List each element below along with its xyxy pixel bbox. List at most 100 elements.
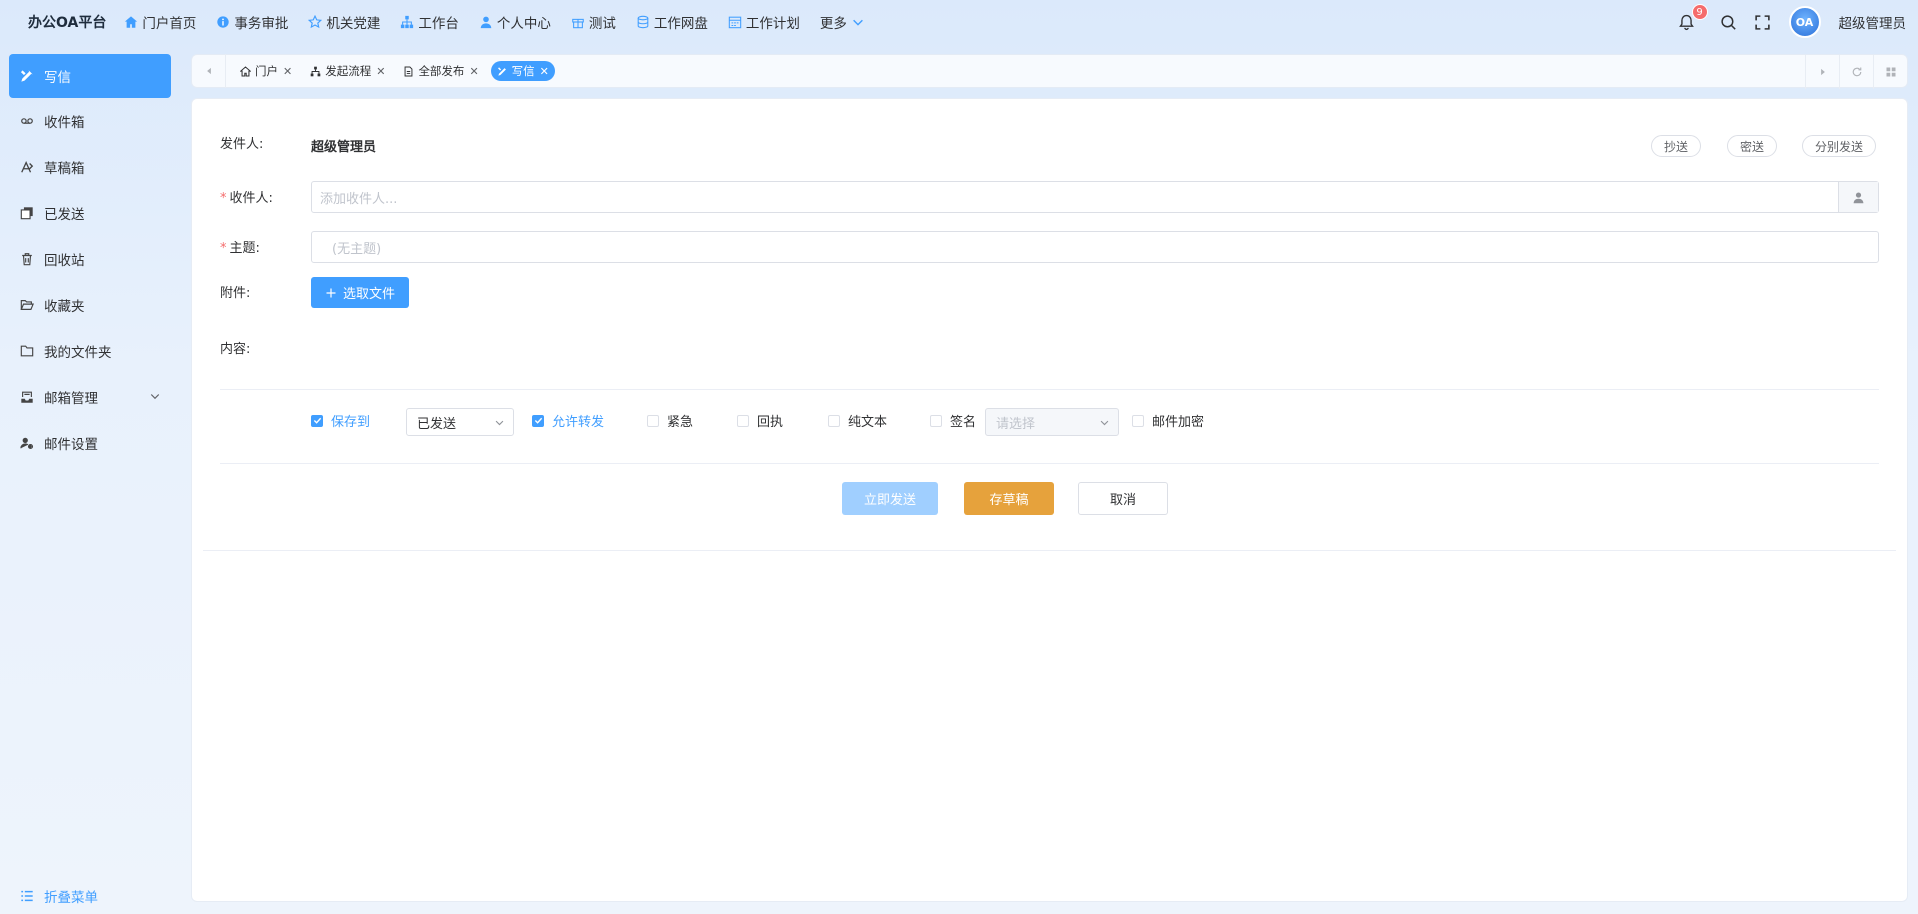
sidebar-item-trash[interactable]: 回收站: [9, 237, 171, 281]
content-editor[interactable]: [311, 331, 1879, 381]
signature-select[interactable]: 请选择: [985, 408, 1119, 436]
save-draft-button[interactable]: 存草稿: [964, 482, 1054, 515]
nav-label: 门户首页: [142, 16, 197, 32]
nav-item-party-building[interactable]: 机关党建: [308, 12, 380, 32]
avatar[interactable]: OA: [1788, 6, 1821, 38]
notification-badge: 9: [1691, 4, 1708, 20]
close-icon[interactable]: ✕: [283, 65, 292, 78]
subject-input[interactable]: (无主题): [311, 231, 1879, 263]
encrypt-checkbox[interactable]: 邮件加密: [1132, 411, 1204, 430]
chevron-down-icon: [149, 390, 161, 402]
sidebar-item-label: 已发送: [44, 207, 85, 223]
search-icon[interactable]: [1719, 12, 1739, 32]
checkbox-empty-icon: [647, 414, 659, 427]
save-to-label: 保存到: [331, 415, 371, 430]
receipt-checkbox[interactable]: 回执: [737, 411, 783, 430]
choose-file-button[interactable]: 选取文件: [311, 277, 409, 308]
send-now-button[interactable]: 立即发送: [842, 482, 938, 515]
chevron-down-icon: [1099, 417, 1110, 428]
signature-label: 签名: [950, 415, 977, 430]
compose-panel: 发件人: 超级管理员 抄送 密送 分别发送 * 收件人: 添加收件人... * 主题…: [191, 98, 1908, 902]
separate-send-button[interactable]: 分别发送: [1802, 135, 1877, 157]
divider: [203, 550, 1896, 551]
divider: [220, 463, 1879, 464]
sidebar-item-mail-settings[interactable]: 邮件设置: [9, 421, 171, 465]
sidebar-item-label: 草稿箱: [44, 161, 85, 177]
cc-button[interactable]: 抄送: [1651, 135, 1702, 157]
sidebar-item-label: 收件箱: [44, 115, 85, 131]
org-chart-icon: [400, 15, 414, 29]
sidebar-item-inbox[interactable]: 收件箱: [9, 99, 171, 143]
sidebar-item-my-folders[interactable]: 我的文件夹: [9, 329, 171, 373]
allow-forward-label: 允许转发: [552, 415, 605, 430]
nav-item-more[interactable]: 更多: [820, 12, 865, 32]
sidebar-item-compose[interactable]: 写信: [9, 54, 171, 98]
fullscreen-icon[interactable]: [1753, 12, 1773, 32]
tab-compose[interactable]: 写信 ✕: [490, 61, 555, 81]
nav-item-portal-home[interactable]: 门户首页: [124, 12, 196, 32]
folder-open-icon: [20, 298, 34, 312]
allow-forward-checkbox[interactable]: 允许转发: [532, 411, 604, 430]
content-label: 内容:: [220, 342, 251, 357]
close-icon[interactable]: ✕: [469, 65, 478, 78]
user-icon: [479, 15, 493, 29]
nav-label: 工作计划: [745, 16, 800, 32]
nav-item-test[interactable]: 测试: [571, 12, 616, 32]
sidebar-item-label: 我的文件夹: [44, 345, 112, 361]
nav-item-approval[interactable]: 事务审批: [216, 12, 288, 32]
checkbox-empty-icon: [1132, 414, 1144, 427]
sidebar-item-label: 邮箱管理: [44, 391, 98, 407]
recipient-placeholder: 添加收件人...: [320, 191, 398, 207]
plain-text-label: 纯文本: [848, 415, 888, 430]
subject-placeholder: (无主题): [332, 241, 382, 257]
bcc-button[interactable]: 密送: [1727, 135, 1778, 157]
nav-label: 机关党建: [326, 16, 381, 32]
tabs-scroll-left-icon[interactable]: [192, 54, 226, 88]
star-icon: [308, 15, 323, 29]
nav-label: 测试: [588, 16, 616, 32]
contact-picker-button[interactable]: [1838, 182, 1878, 212]
close-icon[interactable]: ✕: [376, 65, 385, 78]
sidebar-item-label: 邮件设置: [44, 437, 98, 453]
nav-item-cloud-drive[interactable]: 工作网盘: [636, 12, 708, 32]
checkbox-checked-icon: [311, 414, 323, 427]
tabs-scroll-right-icon[interactable]: [1805, 55, 1839, 89]
signature-checkbox[interactable]: 签名: [930, 411, 976, 430]
recipient-input[interactable]: 添加收件人...: [311, 181, 1879, 213]
sidebar-item-sent[interactable]: 已发送: [9, 191, 171, 235]
save-to-checkbox[interactable]: 保存到: [311, 411, 370, 430]
grid-menu-icon[interactable]: [1873, 55, 1907, 89]
urgent-checkbox[interactable]: 紧急: [647, 411, 693, 430]
voicemail-icon: [20, 114, 34, 128]
divider: [220, 389, 1879, 390]
tab-all-published[interactable]: 全部发布 ✕: [397, 61, 484, 81]
plain-text-checkbox[interactable]: 纯文本: [828, 411, 887, 430]
info-circle-icon: [216, 15, 230, 29]
user-icon: [1853, 191, 1864, 203]
bell-icon[interactable]: 9: [1677, 4, 1708, 32]
save-folder-select[interactable]: 已发送: [406, 408, 514, 436]
collapse-menu-button[interactable]: 折叠菜单: [20, 886, 98, 906]
edit-tools-icon: [20, 69, 34, 83]
tab-portal[interactable]: 门户 ✕: [234, 61, 298, 81]
edit-tools-icon: [497, 66, 508, 77]
cancel-button[interactable]: 取消: [1078, 482, 1168, 515]
refresh-icon[interactable]: [1839, 55, 1873, 89]
username-label[interactable]: 超级管理员: [1839, 12, 1907, 32]
tabs-right-tools: [1805, 55, 1907, 89]
nav-item-personal-center[interactable]: 个人中心: [479, 12, 551, 32]
nav-item-workbench[interactable]: 工作台: [400, 12, 459, 32]
checkbox-empty-icon: [828, 414, 840, 427]
nav-label: 工作网盘: [653, 16, 708, 32]
sidebar-item-drafts[interactable]: 草稿箱: [9, 145, 171, 189]
sidebar-item-label: 收藏夹: [44, 299, 85, 315]
sender-value: 超级管理员: [311, 140, 377, 155]
nav-item-work-plan[interactable]: 工作计划: [728, 12, 800, 32]
sidebar-item-mailbox-management[interactable]: 邮箱管理: [9, 375, 171, 419]
tab-start-process[interactable]: 发起流程 ✕: [304, 61, 391, 81]
choose-file-label: 选取文件: [342, 287, 395, 302]
checkbox-checked-icon: [532, 414, 544, 427]
close-icon[interactable]: ✕: [540, 65, 549, 78]
sidebar-item-favorites[interactable]: 收藏夹: [9, 283, 171, 327]
menu-list-icon: [21, 890, 33, 902]
